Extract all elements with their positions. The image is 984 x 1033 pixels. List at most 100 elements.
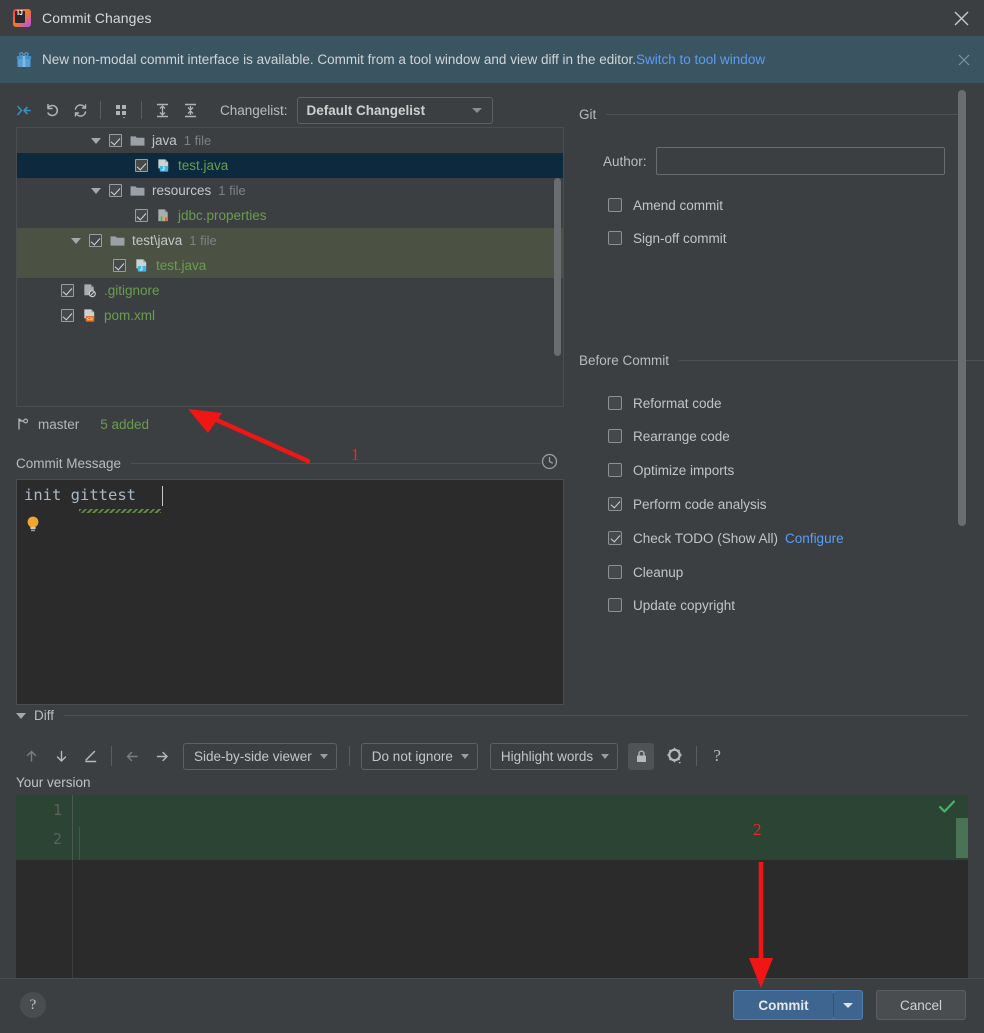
toolbar-divider-2	[141, 101, 142, 119]
check-icon	[938, 800, 956, 813]
git-section-header: Git	[579, 105, 959, 123]
table-row[interactable]: <> pom.xml	[17, 303, 563, 328]
show-diff-icon[interactable]	[10, 97, 38, 123]
expand-all-icon[interactable]	[148, 97, 176, 123]
checkbox-box[interactable]	[608, 198, 622, 212]
before-commit-section-header: Before Commit	[579, 351, 984, 369]
checkbox-perform-code-analysis[interactable]: Perform code analysis	[608, 494, 767, 514]
arrow-down-icon[interactable]	[46, 741, 76, 771]
tree-item-name: resources	[152, 183, 212, 198]
changelist-dropdown[interactable]: Default Changelist	[296, 96, 493, 124]
checkbox-sign-off-commit[interactable]: Sign-off commit	[608, 228, 727, 248]
checkbox-box[interactable]	[608, 231, 622, 245]
checkbox-cleanup[interactable]: Cleanup	[608, 562, 683, 582]
checkbox-reformat-code[interactable]: Reformat code	[608, 393, 722, 413]
diff-section-header[interactable]: Diff	[16, 708, 968, 723]
expand-arrow-icon[interactable]	[91, 137, 101, 144]
table-row[interactable]: J test.java	[17, 153, 563, 178]
row-checkbox[interactable]	[109, 184, 122, 197]
refresh-icon[interactable]	[66, 97, 94, 123]
checkbox-optimize-imports[interactable]: Optimize imports	[608, 460, 734, 480]
viewer-mode-value: Side-by-side viewer	[194, 748, 312, 764]
close-icon[interactable]	[938, 0, 984, 36]
table-row[interactable]: jdbc.properties	[17, 203, 563, 228]
checkbox-label: Amend commit	[633, 197, 724, 213]
git-section-label: Git	[579, 106, 597, 122]
table-row[interactable]: J test.java	[17, 253, 563, 278]
checkbox-update-copyright[interactable]: Update copyright	[608, 595, 735, 615]
configure-link[interactable]: Configure	[785, 531, 844, 546]
options-scrollbar[interactable]	[958, 90, 966, 526]
highlight-mode-dropdown[interactable]: Highlight words	[489, 742, 619, 770]
checkbox-box[interactable]	[608, 531, 622, 545]
viewer-mode-dropdown[interactable]: Side-by-side viewer	[183, 742, 337, 770]
banner-message: New non-modal commit interface is availa…	[42, 52, 637, 67]
revert-icon[interactable]	[38, 97, 66, 123]
tree-item-name: .gitignore	[104, 283, 160, 298]
group-by-icon[interactable]	[107, 97, 135, 123]
row-checkbox[interactable]	[89, 234, 102, 247]
commit-dropdown-button[interactable]	[833, 990, 863, 1020]
collapse-arrow-icon[interactable]	[16, 712, 26, 719]
chevron-down-icon	[460, 754, 469, 759]
expand-arrow-icon[interactable]	[91, 187, 101, 194]
collapse-all-icon[interactable]	[176, 97, 204, 123]
row-checkbox[interactable]	[61, 284, 74, 297]
changed-files-tree[interactable]: java 1 file J test.java resources 1 file…	[16, 127, 564, 407]
checkbox-box[interactable]	[608, 565, 622, 579]
diff-toolbar: Side-by-side viewer Do not ignore Highli…	[16, 740, 732, 772]
arrow-up-icon[interactable]	[16, 741, 46, 771]
commit-message-value: init gittest	[24, 486, 136, 504]
tree-item-count: 1 file	[183, 133, 212, 148]
whitespace-mode-dropdown[interactable]: Do not ignore	[360, 742, 478, 770]
switch-to-tool-window-link[interactable]: Switch to tool window	[636, 52, 765, 67]
table-row[interactable]: test\java 1 file	[17, 228, 563, 253]
dialog-content: Changelist: Default Changelist java 1 fi…	[0, 83, 984, 1033]
tree-item-name: jdbc.properties	[178, 208, 267, 223]
svg-text:J: J	[140, 267, 143, 273]
help-button[interactable]: ?	[20, 992, 46, 1018]
table-row[interactable]: java 1 file	[17, 128, 563, 153]
clock-history-icon[interactable]	[541, 453, 558, 470]
arrow-left-icon[interactable]	[117, 741, 147, 771]
commit-button-divider	[833, 993, 834, 1017]
expand-arrow-icon[interactable]	[71, 237, 81, 244]
gift-icon	[16, 51, 32, 67]
author-field[interactable]	[655, 147, 945, 175]
row-checkbox[interactable]	[113, 259, 126, 272]
checkbox-label: Rearrange code	[633, 428, 730, 444]
pencil-icon[interactable]	[76, 741, 106, 771]
checkbox-rearrange-code[interactable]: Rearrange code	[608, 426, 730, 446]
checkbox-label: Check TODO (Show All)	[633, 530, 779, 546]
tree-scrollbar[interactable]	[554, 178, 561, 356]
folder-icon	[130, 136, 145, 146]
whitespace-mode-value: Do not ignore	[371, 748, 453, 764]
gear-icon[interactable]	[660, 741, 690, 771]
checkbox-check-todo[interactable]: Check TODO (Show All) Configure	[608, 528, 844, 548]
lock-icon[interactable]	[628, 742, 655, 770]
checkbox-box[interactable]	[608, 497, 622, 511]
checkbox-box[interactable]	[608, 598, 622, 612]
tree-item-count: 1 file	[218, 183, 246, 198]
row-checkbox[interactable]	[135, 209, 148, 222]
diff-pane-label: Your version	[16, 775, 91, 790]
row-checkbox[interactable]	[61, 309, 74, 322]
checkbox-box[interactable]	[608, 429, 622, 443]
checkbox-amend-commit[interactable]: Amend commit	[608, 195, 723, 215]
lightbulb-icon[interactable]	[25, 515, 41, 533]
folder-icon	[110, 236, 125, 246]
row-checkbox[interactable]	[135, 159, 148, 172]
row-checkbox[interactable]	[109, 134, 122, 147]
arrow-right-icon[interactable]	[147, 741, 177, 771]
table-row[interactable]: .gitignore	[17, 278, 563, 303]
checkbox-box[interactable]	[608, 396, 622, 410]
table-row[interactable]: resources 1 file	[17, 178, 563, 203]
checkbox-box[interactable]	[608, 463, 622, 477]
properties-file-icon	[158, 209, 168, 222]
question-icon[interactable]: ?	[702, 741, 732, 771]
changes-toolbar: Changelist: Default Changelist	[10, 95, 565, 125]
checkbox-label: Cleanup	[633, 564, 684, 580]
banner-close-icon[interactable]	[958, 36, 970, 83]
cancel-button[interactable]: Cancel	[876, 990, 966, 1020]
commit-button[interactable]: Commit	[733, 990, 833, 1020]
